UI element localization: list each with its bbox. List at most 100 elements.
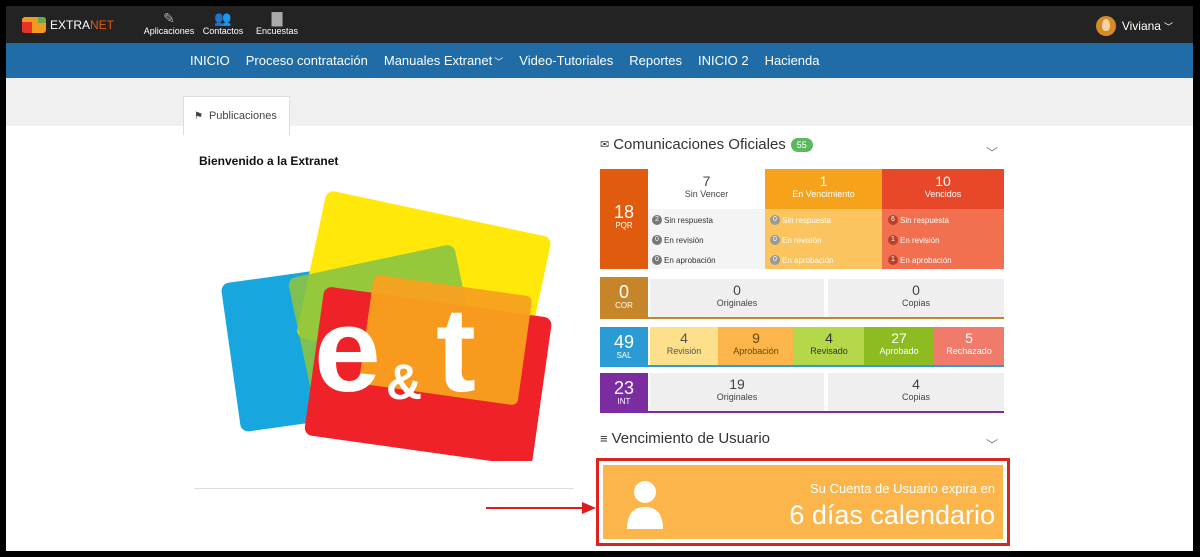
sal-revision[interactable]: 4 Revisión <box>650 327 718 365</box>
cell-number: 7 <box>702 173 711 189</box>
nav-item-label: Manuales Extranet <box>383 53 493 68</box>
nav-item-proceso-contratacion[interactable]: Proceso contratación <box>246 53 368 68</box>
sal-total-tile[interactable]: 49 SAL <box>600 327 648 367</box>
chevron-down-icon[interactable]: ﹀ <box>986 436 998 453</box>
top-icon-aplicaciones[interactable]: ✎ Aplicaciones <box>142 10 196 36</box>
cell-label: Copias <box>901 298 930 308</box>
section-title-text: Comunicaciones Oficiales <box>613 136 786 153</box>
file-icon: ▇ <box>271 10 283 26</box>
nav-item-hacienda[interactable]: Hacienda <box>765 53 820 68</box>
int-total-tile[interactable]: 23 INT <box>600 373 648 413</box>
cell-label: Rechazado <box>946 346 992 356</box>
cell-number: 10 <box>935 173 951 189</box>
cell-label: En Vencimiento <box>792 189 855 199</box>
mini-stat[interactable]: 1 En revisión <box>888 235 940 245</box>
nav-item-inicio-2[interactable]: INICIO 2 <box>698 53 749 68</box>
int-originales[interactable]: 19 Originales <box>650 373 824 411</box>
mini-stat[interactable]: 0 En revisión <box>652 235 704 245</box>
chevron-down-icon: ﹀ <box>494 57 504 67</box>
pqr-sin-vencer[interactable]: 7 Sin Vencer <box>648 169 765 209</box>
mini-stat[interactable]: 2 Sin respuesta <box>652 215 713 225</box>
int-copias[interactable]: 4 Copias <box>828 373 1004 411</box>
top-icon-label: Aplicaciones <box>143 26 195 36</box>
divider <box>600 365 1004 367</box>
tab-label: Publicaciones <box>208 110 277 122</box>
cell-number: 4 <box>680 330 688 346</box>
divider <box>600 317 1004 319</box>
chevron-down-icon[interactable]: ﹀ <box>986 144 998 161</box>
vencimiento-card[interactable]: Su Cuenta de Usuario expira en 6 días ca… <box>603 465 1003 539</box>
cell-label: Originales <box>716 298 758 308</box>
pqr-en-vencimiento[interactable]: 1 En Vencimiento <box>765 169 882 209</box>
count-badge: 55 <box>790 137 813 152</box>
tile-code: SAL <box>616 351 632 360</box>
svg-text:e: e <box>314 283 381 417</box>
sal-rechazado[interactable]: 5 Rechazado <box>934 327 1004 365</box>
user-name: Viviana <box>1121 19 1161 33</box>
main-nav: INICIO Proceso contratación Manuales Ext… <box>6 43 1193 78</box>
sal-aprobado[interactable]: 27 Aprobado <box>864 327 934 365</box>
cell-number: 5 <box>965 330 973 346</box>
pencil-icon: ✎ <box>163 10 175 26</box>
cor-copias[interactable]: 0 Copias <box>828 279 1004 317</box>
brand-suffix: NET <box>90 18 115 32</box>
cell-number: 27 <box>891 330 907 346</box>
mini-stat[interactable]: 1 En aprobación <box>888 255 952 265</box>
tab-publicaciones[interactable]: ⚑ Publicaciones <box>183 96 290 135</box>
sal-revisado[interactable]: 4 Revisado <box>794 327 864 365</box>
brand-prefix: EXTRA <box>50 18 91 32</box>
app-window: EXTRA NET ✎ Aplicaciones 👥 Contactos ▇ En… <box>6 6 1193 551</box>
section-title-text: Vencimiento de Usuario <box>611 430 771 447</box>
tile-number: 49 <box>613 332 635 352</box>
cell-label: Aprobado <box>879 346 919 356</box>
cell-label: Originales <box>716 392 758 402</box>
cell-label: Aprobación <box>733 346 779 356</box>
top-icons: ✎ Aplicaciones 👥 Contactos ▇ Encuestas <box>142 10 304 36</box>
top-icon-encuestas[interactable]: ▇ Encuestas <box>250 10 304 36</box>
cell-label: Revisado <box>810 346 848 356</box>
top-bar: EXTRA NET ✎ Aplicaciones 👥 Contactos ▇ En… <box>6 6 1193 43</box>
flag-icon: ⚑ <box>194 110 203 122</box>
divider <box>600 411 1004 413</box>
mini-stat[interactable]: 0 En aprobación <box>652 255 716 265</box>
menu-lines-icon: ≡ <box>600 431 608 446</box>
pqr-vencidos[interactable]: 10 Vencidos <box>882 169 1004 209</box>
brand[interactable]: EXTRA NET <box>22 17 114 33</box>
envelope-icon: ✉ <box>600 139 610 151</box>
nav-item-video-tutoriales[interactable]: Video-Tutoriales <box>519 53 613 68</box>
vencimiento-highlight: Su Cuenta de Usuario expira en 6 días ca… <box>596 458 1010 546</box>
nav-item-inicio[interactable]: INICIO <box>190 53 230 68</box>
comunicaciones-title: ✉ Comunicaciones Oficiales 55 <box>600 136 813 153</box>
avatar <box>1095 16 1116 36</box>
top-icon-contactos[interactable]: 👥 Contactos <box>196 10 250 36</box>
chevron-down-icon: ﹀ <box>1163 21 1173 32</box>
nav-item-reportes[interactable]: Reportes <box>629 53 682 68</box>
cell-label: Sin Vencer <box>684 189 729 199</box>
svg-text:t: t <box>436 283 476 417</box>
user-menu[interactable]: Viviana ﹀ <box>1095 16 1173 36</box>
sal-aprobacion[interactable]: 9 Aprobación <box>718 327 794 365</box>
mini-stat[interactable]: 0 En revisión <box>770 235 822 245</box>
cell-label: Revisión <box>666 346 702 356</box>
cell-number: 4 <box>825 330 833 346</box>
tile-number: 23 <box>613 378 635 398</box>
mini-stat[interactable]: 6 Sin respuesta <box>888 215 949 225</box>
nav-item-manuales-extranet[interactable]: Manuales Extranet ﹀ <box>384 53 503 68</box>
cell-number: 1 <box>819 173 828 189</box>
mini-stat[interactable]: 0 En aprobación <box>770 255 834 265</box>
mini-stat[interactable]: 0 Sin respuesta <box>770 215 831 225</box>
tile-code: COR <box>615 301 633 310</box>
pqr-total-tile[interactable]: 18 PQR <box>600 169 648 269</box>
top-icon-label: Encuestas <box>255 26 299 36</box>
cor-total-tile[interactable]: 0 COR <box>600 277 648 317</box>
cell-number: 19 <box>729 376 745 392</box>
pqr-row: 18 PQR 7 Sin Vencer 2 Sin respuesta 0 En r… <box>600 169 1004 269</box>
expiry-message: Su Cuenta de Usuario expira en <box>809 481 995 496</box>
tile-number: 0 <box>618 282 629 302</box>
arrow-right-icon <box>486 502 596 514</box>
tile-number: 18 <box>613 202 635 222</box>
cor-originales[interactable]: 0 Originales <box>650 279 824 317</box>
cell-number: 0 <box>733 282 741 298</box>
cell-number: 9 <box>752 330 760 346</box>
cell-number: 0 <box>912 282 920 298</box>
